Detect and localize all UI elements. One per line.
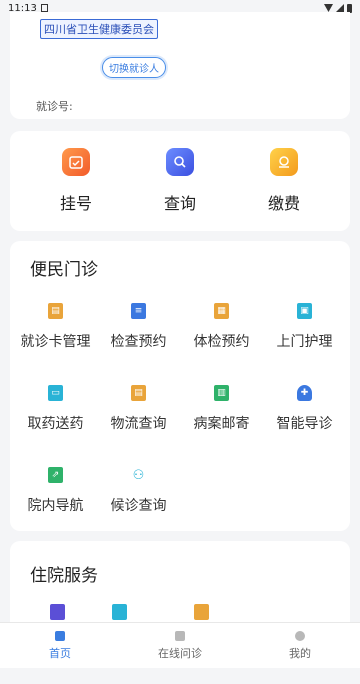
service-label: 智能导诊 (276, 416, 333, 432)
service-exam-booking[interactable]: ≡ 检查预约 (97, 292, 180, 362)
service-waiting-query[interactable]: ⚇ 候诊查询 (97, 456, 180, 526)
outpatient-title: 便民门诊 (30, 260, 98, 280)
visit-number-label: 就诊号: (36, 100, 73, 113)
service-label: 上门护理 (276, 334, 333, 350)
service-label: 体检预约 (193, 334, 250, 350)
nav-consult-label: 在线问诊 (158, 646, 202, 660)
navigation-icon: ⇗ (48, 467, 63, 483)
nav-home-label: 首页 (49, 646, 71, 660)
inpatient-item[interactable] (160, 604, 242, 620)
quick-search[interactable]: 查询 (140, 148, 220, 214)
payment-icon (270, 148, 298, 176)
quick-search-label: 查询 (163, 194, 196, 213)
quick-register-label: 挂号 (59, 194, 92, 213)
switch-patient-button[interactable]: 切换就诊人 (102, 57, 166, 78)
inpatient-item[interactable] (30, 604, 78, 620)
service-label: 取药送药 (27, 416, 84, 432)
building-icon (50, 604, 65, 620)
service-card-management[interactable]: ▤ 就诊卡管理 (14, 292, 97, 362)
medicine-icon: ▭ (48, 385, 63, 401)
notification-icon (40, 4, 48, 12)
cellular-icon (336, 4, 344, 12)
nursing-icon: ▣ (297, 303, 312, 319)
bottom-navigation: 首页 在线问诊 我的 (0, 622, 360, 668)
service-label: 物流查询 (110, 416, 167, 432)
card-icon: ▤ (48, 303, 63, 319)
service-label: 候诊查询 (110, 498, 167, 514)
service-label: 检查预约 (110, 334, 167, 350)
exam-icon: ≡ (131, 303, 146, 319)
service-medicine-delivery[interactable]: ▭ 取药送药 (14, 374, 97, 444)
system-nav-bar (0, 668, 360, 684)
service-label: 院内导航 (27, 498, 84, 514)
service-label: 病案邮寄 (193, 416, 250, 432)
service-label: 就诊卡管理 (20, 334, 91, 350)
checkup-icon: ▦ (214, 303, 229, 319)
quick-payment[interactable]: 缴费 (244, 148, 324, 214)
inpatient-grid (10, 604, 350, 620)
register-icon (62, 148, 90, 176)
consult-icon (175, 630, 185, 641)
org-badge: 四川省卫生健康委员会 (40, 19, 158, 39)
service-checkup-booking[interactable]: ▦ 体检预约 (180, 292, 263, 362)
wifi-icon (324, 4, 333, 12)
list-icon (193, 604, 209, 620)
smart-guide-icon: ✚ (297, 385, 312, 401)
inpatient-card: 住院服务 (10, 541, 350, 631)
quick-actions-card: 挂号 查询 缴费 (10, 131, 350, 231)
inpatient-title: 住院服务 (30, 566, 98, 586)
outpatient-card: 便民门诊 ▤ 就诊卡管理 ≡ 检查预约 ▦ 体检预约 ▣ 上门护理 ▭ 取药送药… (10, 241, 350, 531)
inpatient-item[interactable] (78, 604, 160, 620)
nav-mine[interactable]: 我的 (240, 623, 360, 668)
patient-card: 四川省卫生健康委员会 切换就诊人 就诊号: (10, 12, 350, 119)
quick-payment-label: 缴费 (267, 194, 300, 213)
service-smart-guide[interactable]: ✚ 智能导诊 (263, 374, 346, 444)
service-home-nursing[interactable]: ▣ 上门护理 (263, 292, 346, 362)
logistics-icon: ▤ (131, 385, 146, 401)
record-mail-icon: ▥ (214, 385, 229, 401)
service-record-mail[interactable]: ▥ 病案邮寄 (180, 374, 263, 444)
home-icon (55, 630, 65, 641)
search-icon (166, 148, 194, 176)
quick-register[interactable]: 挂号 (36, 148, 116, 214)
waiting-icon: ⚇ (132, 467, 145, 483)
service-navigation[interactable]: ⇗ 院内导航 (14, 456, 97, 526)
service-logistics[interactable]: ▤ 物流查询 (97, 374, 180, 444)
user-icon (295, 630, 305, 641)
nav-consult[interactable]: 在线问诊 (120, 623, 240, 668)
nav-mine-label: 我的 (289, 646, 311, 660)
nav-home[interactable]: 首页 (0, 623, 120, 668)
deposit-icon (111, 604, 127, 620)
outpatient-grid: ▤ 就诊卡管理 ≡ 检查预约 ▦ 体检预约 ▣ 上门护理 ▭ 取药送药 ▤ 物流… (10, 292, 350, 526)
